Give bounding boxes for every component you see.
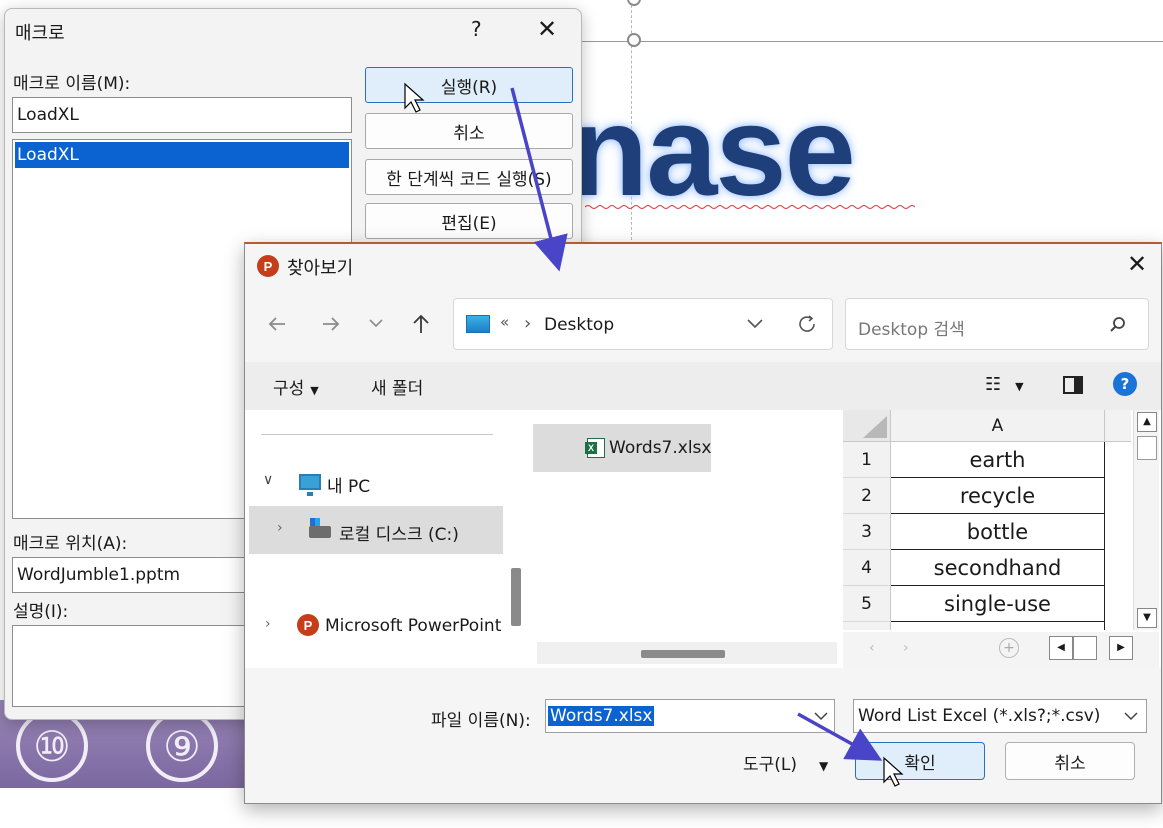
annotation-arrow bbox=[510, 87, 568, 272]
annotation-arrow bbox=[797, 712, 883, 761]
mouse-cursor-icon bbox=[883, 756, 904, 787]
annotation-overlay bbox=[404, 82, 904, 787]
mouse-cursor-icon bbox=[404, 82, 425, 113]
